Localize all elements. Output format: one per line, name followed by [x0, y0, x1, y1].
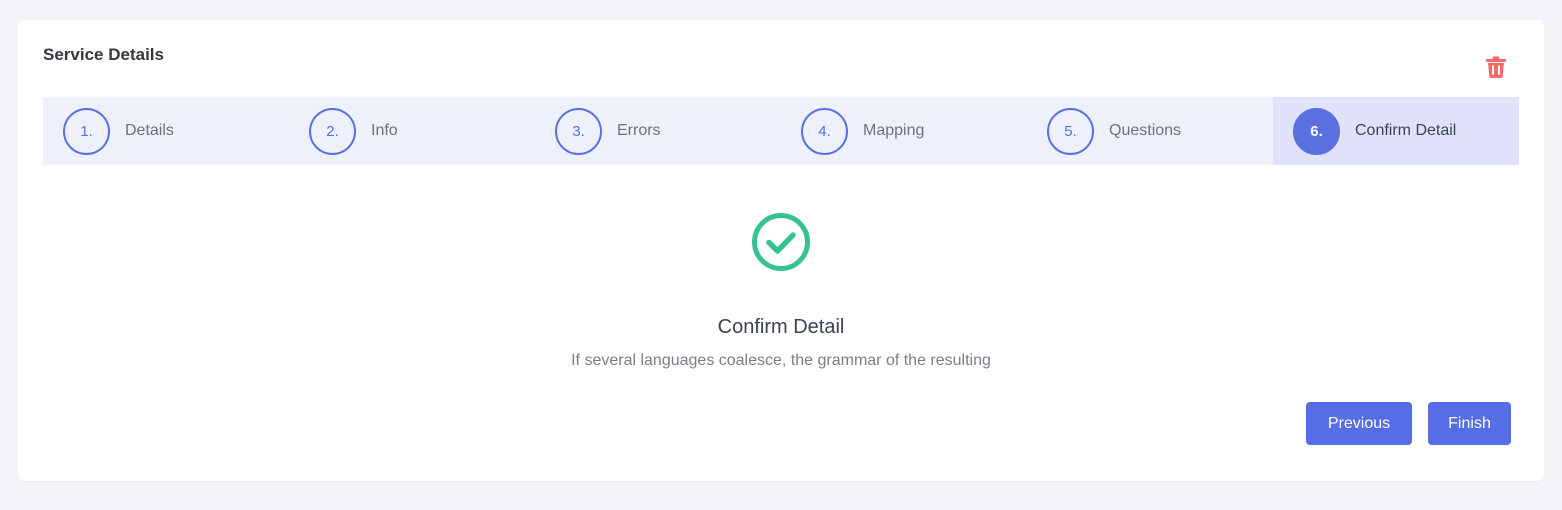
previous-button[interactable]: Previous — [1306, 402, 1412, 445]
confirm-description: If several languages coalesce, the gramm… — [571, 352, 991, 369]
step-confirm-detail[interactable]: 6. Confirm Detail — [1273, 97, 1519, 165]
delete-button[interactable] — [1484, 54, 1508, 80]
step-label: Details — [125, 122, 174, 139]
wizard-steps: 1. Details 2. Info 3. Errors 4. Mapping … — [43, 97, 1519, 165]
finish-button[interactable]: Finish — [1428, 402, 1511, 445]
confirm-title: Confirm Detail — [717, 316, 845, 338]
step-number: 4. — [801, 107, 848, 155]
step-label: Errors — [617, 122, 661, 139]
step-label: Info — [371, 122, 398, 139]
step-number: 1. — [63, 107, 110, 155]
step-label: Mapping — [863, 122, 925, 139]
card-title: Service Details — [43, 45, 164, 64]
step-label: Questions — [1109, 122, 1182, 139]
step-questions[interactable]: 5. Questions — [1027, 97, 1273, 165]
step-number: 2. — [309, 107, 356, 155]
step-errors[interactable]: 3. Errors — [535, 97, 781, 165]
trash-icon — [1486, 56, 1506, 78]
step-info[interactable]: 2. Info — [289, 97, 535, 165]
step-details[interactable]: 1. Details — [43, 97, 289, 165]
step-number: 3. — [555, 107, 602, 155]
step-mapping[interactable]: 4. Mapping — [781, 97, 1027, 165]
check-circle-icon — [752, 213, 810, 271]
step-number: 5. — [1047, 107, 1094, 155]
service-details-card: Service Details 1. Details 2. Info 3. Er… — [18, 20, 1544, 481]
step-number: 6. — [1293, 107, 1340, 155]
step-label: Confirm Detail — [1355, 122, 1457, 139]
